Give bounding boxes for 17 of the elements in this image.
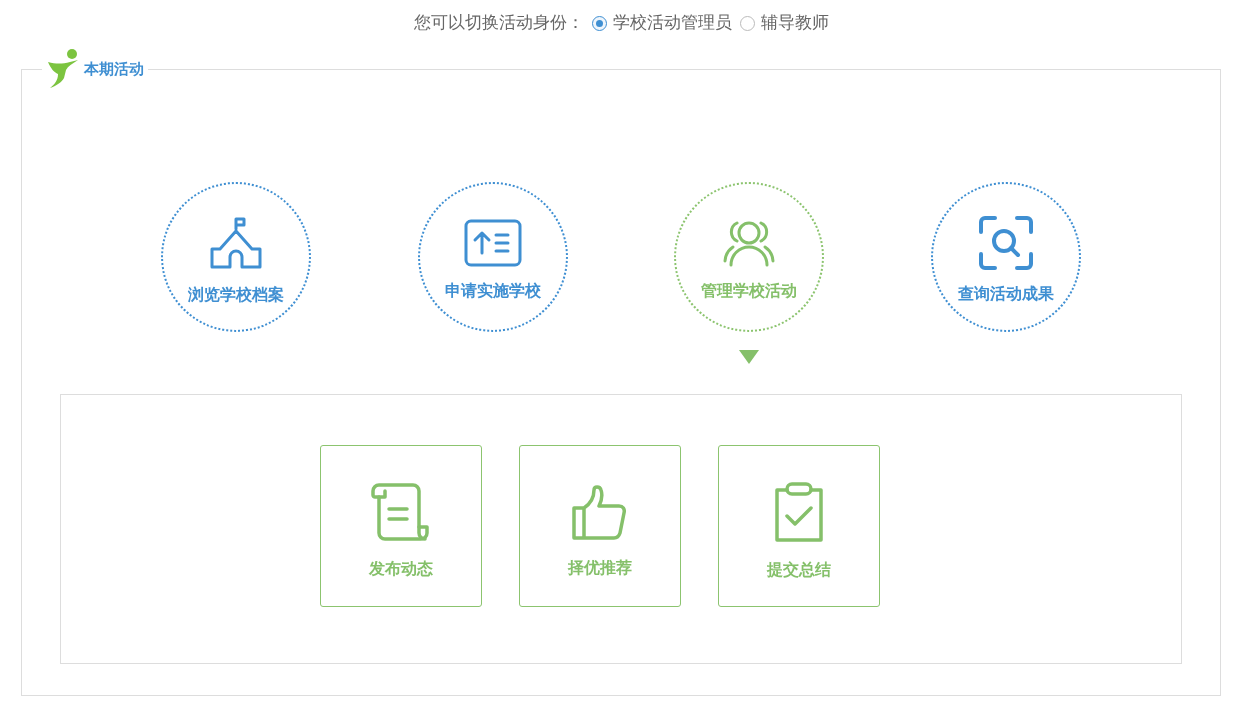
action-card[interactable]: 择优推荐 (519, 445, 681, 607)
running-figure-icon (46, 48, 80, 88)
upload-list-icon (463, 219, 522, 267)
clipboard-check-icon (773, 482, 825, 542)
triangle-icon (739, 350, 760, 364)
radio-button[interactable] (591, 15, 607, 31)
school-icon (208, 215, 264, 271)
radio-button[interactable] (739, 15, 755, 31)
action-card[interactable]: 发布动态 (320, 445, 482, 607)
role-option-label[interactable]: 学校活动管理员 (612, 10, 732, 36)
panel-title: 本期活动 (84, 58, 144, 80)
scroll-icon (371, 483, 431, 541)
thumbs-up-icon (572, 484, 628, 540)
scan-search-icon (978, 216, 1033, 270)
role-switch-label: 您可以切换活动身份： (413, 11, 584, 35)
role-option-label[interactable]: 辅导教师 (760, 10, 829, 36)
action-card[interactable]: 提交总结 (718, 445, 880, 607)
